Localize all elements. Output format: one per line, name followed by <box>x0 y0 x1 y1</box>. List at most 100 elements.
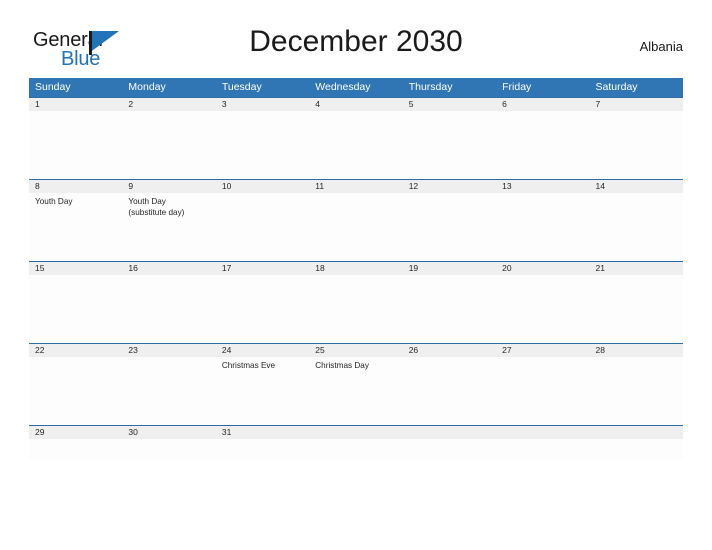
day-events[interactable] <box>309 193 402 261</box>
date-number[interactable]: 10 <box>216 180 309 193</box>
weekday-header-friday: Friday <box>502 81 532 93</box>
day-events[interactable] <box>496 357 589 425</box>
holiday-label-continued: (substitute day) <box>128 208 185 217</box>
holiday-label: Youth Day <box>128 197 166 206</box>
week-row: 15 16 17 18 19 20 21 <box>29 261 683 343</box>
date-number[interactable]: 6 <box>496 98 589 111</box>
day-events[interactable] <box>122 111 215 179</box>
day-events[interactable] <box>590 357 683 425</box>
day-events-empty <box>590 439 683 461</box>
date-number[interactable]: 5 <box>403 98 496 111</box>
weekday-header-tuesday: Tuesday <box>221 81 262 93</box>
holiday-label: Youth Day <box>35 197 73 206</box>
week-row: 8 9 10 11 12 13 14 Youth Day Youth Day (… <box>29 179 683 261</box>
date-number[interactable]: 14 <box>590 180 683 193</box>
day-events[interactable] <box>29 357 122 425</box>
date-number[interactable]: 13 <box>496 180 589 193</box>
date-number-empty <box>590 426 683 439</box>
day-events[interactable] <box>122 357 215 425</box>
date-number[interactable]: 27 <box>496 344 589 357</box>
date-number[interactable]: 25 <box>309 344 402 357</box>
date-number[interactable]: 28 <box>590 344 683 357</box>
day-events[interactable]: Christmas Eve <box>216 357 309 425</box>
country-label: Albania <box>639 39 683 54</box>
date-number[interactable]: 31 <box>216 426 309 439</box>
week-event-band: Youth Day Youth Day (substitute day) <box>29 193 683 261</box>
date-number[interactable]: 3 <box>216 98 309 111</box>
day-events[interactable] <box>590 111 683 179</box>
day-events[interactable] <box>309 275 402 343</box>
calendar-page: General Blue December 2030 Albania Sunda… <box>0 0 712 550</box>
weekday-header-wednesday: Wednesday <box>315 81 371 93</box>
date-number[interactable]: 11 <box>309 180 402 193</box>
day-events[interactable] <box>496 111 589 179</box>
day-events[interactable] <box>216 439 309 461</box>
week-date-band: 8 9 10 11 12 13 14 <box>29 180 683 193</box>
day-events[interactable] <box>403 111 496 179</box>
day-events[interactable] <box>216 275 309 343</box>
day-events[interactable] <box>29 275 122 343</box>
date-number[interactable]: 21 <box>590 262 683 275</box>
weekday-header-saturday: Saturday <box>595 81 638 93</box>
day-events[interactable] <box>403 193 496 261</box>
day-events[interactable] <box>216 193 309 261</box>
day-events[interactable] <box>590 275 683 343</box>
day-events[interactable] <box>122 275 215 343</box>
weekday-header-sunday: Sunday <box>35 81 71 93</box>
day-events[interactable]: Youth Day <box>29 193 122 261</box>
week-event-band <box>29 111 683 179</box>
date-number[interactable]: 19 <box>403 262 496 275</box>
day-events[interactable] <box>122 439 215 461</box>
date-number[interactable]: 9 <box>122 180 215 193</box>
day-events-empty <box>309 439 402 461</box>
week-event-band <box>29 439 683 461</box>
date-number[interactable]: 23 <box>122 344 215 357</box>
week-row: 1 2 3 4 5 6 7 <box>29 97 683 179</box>
date-number[interactable]: 17 <box>216 262 309 275</box>
date-number[interactable]: 30 <box>122 426 215 439</box>
day-events[interactable] <box>403 357 496 425</box>
week-date-band: 29 30 31 <box>29 426 683 439</box>
date-number-empty <box>309 426 402 439</box>
day-events[interactable] <box>29 111 122 179</box>
date-number[interactable]: 29 <box>29 426 122 439</box>
date-number[interactable]: 15 <box>29 262 122 275</box>
day-events-empty <box>403 439 496 461</box>
holiday-label: Christmas Eve <box>221 361 276 370</box>
week-date-band: 22 23 24 25 26 27 28 <box>29 344 683 357</box>
weekday-header-monday: Monday <box>128 81 166 93</box>
date-number[interactable]: 12 <box>403 180 496 193</box>
weekday-header-thursday: Thursday <box>408 81 453 93</box>
day-events[interactable] <box>590 193 683 261</box>
calendar-grid: Sunday Monday Tuesday Wednesday Thursday… <box>29 78 683 461</box>
day-events[interactable] <box>496 193 589 261</box>
date-number[interactable]: 1 <box>29 98 122 111</box>
holiday-label: Christmas Day <box>315 361 369 370</box>
day-events[interactable] <box>29 439 122 461</box>
date-number[interactable]: 8 <box>29 180 122 193</box>
date-number[interactable]: 4 <box>309 98 402 111</box>
week-event-band: Christmas Eve Christmas Day <box>29 357 683 425</box>
week-date-band: 15 16 17 18 19 20 21 <box>29 262 683 275</box>
date-number[interactable]: 18 <box>309 262 402 275</box>
day-events-empty <box>496 439 589 461</box>
day-events[interactable] <box>309 111 402 179</box>
date-number[interactable]: 22 <box>29 344 122 357</box>
day-events[interactable]: Youth Day (substitute day) <box>122 193 215 261</box>
date-number[interactable]: 26 <box>403 344 496 357</box>
week-row: 29 30 31 <box>29 425 683 461</box>
week-date-band: 1 2 3 4 5 6 7 <box>29 98 683 111</box>
weekday-header-row: Sunday Monday Tuesday Wednesday Thursday… <box>29 78 683 97</box>
date-number[interactable]: 16 <box>122 262 215 275</box>
date-number-empty <box>496 426 589 439</box>
date-number[interactable]: 20 <box>496 262 589 275</box>
day-events[interactable] <box>496 275 589 343</box>
date-number[interactable]: 2 <box>122 98 215 111</box>
day-events[interactable]: Christmas Day <box>309 357 402 425</box>
day-events[interactable] <box>216 111 309 179</box>
week-event-band <box>29 275 683 343</box>
page-header: General Blue December 2030 Albania <box>0 25 712 73</box>
date-number[interactable]: 24 <box>216 344 309 357</box>
day-events[interactable] <box>403 275 496 343</box>
date-number[interactable]: 7 <box>590 98 683 111</box>
